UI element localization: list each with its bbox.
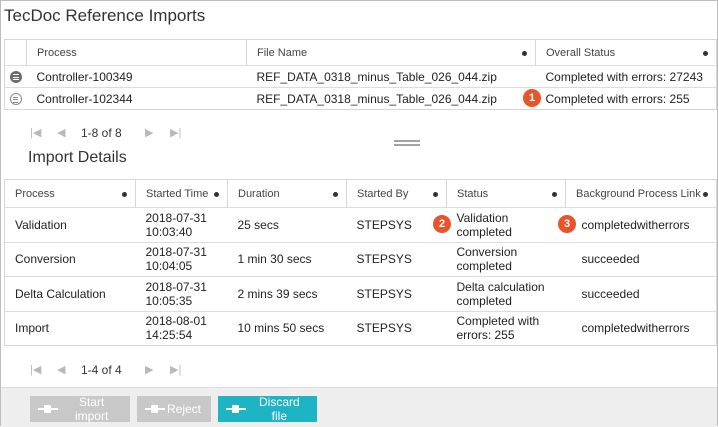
started-by-cell: STEPSYS: [356, 217, 412, 232]
started-time-cell: 2018-07-31 10:04:05: [145, 245, 207, 274]
next-page-icon[interactable]: ▶: [145, 126, 153, 139]
column-header-label: File Name: [257, 46, 308, 59]
row-icon-column-header: [4, 39, 27, 66]
column-menu-icon[interactable]: [522, 50, 527, 56]
table-row[interactable]: Conversion 2018-07-31 10:04:05 1 min 30 …: [4, 242, 717, 277]
table-row[interactable]: Controller-102344 REF_DATA_0318_minus_Ta…: [4, 87, 717, 110]
callout-badge-3: 3: [558, 215, 576, 233]
table-row[interactable]: Delta Calculation 2018-07-31 10:05:35 2 …: [4, 276, 717, 312]
background-process-link[interactable]: succeeded: [566, 277, 717, 312]
start-import-button[interactable]: Start import: [30, 395, 130, 423]
column-header-duration[interactable]: Duration: [227, 179, 347, 208]
table-row[interactable]: Controller-100349 REF_DATA_0318_minus_Ta…: [4, 65, 717, 88]
callout-badge-1: 1: [523, 89, 541, 107]
table-row[interactable]: Validation 2018-07-31 10:03:40 25 secs S…: [4, 207, 717, 243]
status-cell: Conversion completed: [456, 245, 518, 274]
background-process-link[interactable]: completedwitherrors: [566, 311, 717, 346]
details-pager: |◀ ◀ 1-4 of 4 ▶ ▶|: [30, 361, 210, 381]
status-cell: Delta calculation completed: [456, 279, 545, 308]
background-process-link[interactable]: completedwitherrors: [566, 208, 717, 243]
import-details-table: Process Started Time Duration Started By…: [4, 179, 717, 346]
page-title: TecDoc Reference Imports: [4, 6, 206, 25]
last-page-icon[interactable]: ▶|: [170, 126, 181, 139]
started-time-cell: 2018-07-31 10:03:40: [145, 210, 207, 239]
status-cell: Validation completed: [456, 210, 512, 239]
prev-page-icon[interactable]: ◀: [57, 363, 65, 376]
started-time-cell: 2018-08-01 14:25:54: [145, 314, 207, 343]
next-page-icon[interactable]: ▶: [145, 363, 153, 376]
file-name-cell: REF_DATA_0318_minus_Table_026_044.zip: [247, 88, 536, 110]
status-cell: Completed with errors: 255: [456, 314, 540, 343]
collapsed-row-icon[interactable]: [9, 71, 22, 84]
pager-range: 1-4 of 4: [81, 363, 122, 377]
process-cell: Conversion: [15, 252, 76, 267]
started-by-cell: STEPSYS: [356, 321, 412, 336]
column-menu-icon[interactable]: [433, 191, 438, 197]
callout-badge-2: 2: [433, 215, 451, 233]
process-cell: Delta Calculation: [15, 286, 106, 301]
action-bar: Start import Reject Discard file: [1, 387, 717, 427]
details-header-row: Process Started Time Duration Started By…: [4, 179, 717, 208]
column-menu-icon[interactable]: [703, 191, 708, 197]
started-by-cell: STEPSYS: [356, 252, 412, 267]
file-name-text: REF_DATA_0318_minus_Table_026_044.zip: [256, 91, 497, 106]
column-header-label: Started By: [357, 187, 409, 200]
column-menu-icon[interactable]: [122, 191, 127, 197]
first-page-icon[interactable]: |◀: [30, 363, 41, 376]
first-page-icon[interactable]: |◀: [30, 126, 41, 139]
column-menu-icon[interactable]: [703, 50, 708, 56]
process-cell: Controller-102344: [36, 91, 133, 106]
started-time-cell: 2018-07-31 10:05:35: [145, 279, 207, 308]
process-cell: Controller-100349: [36, 69, 133, 84]
panel-resize-handle[interactable]: [394, 140, 420, 146]
started-by-cell: STEPSYS: [356, 286, 412, 301]
selected-row-icon[interactable]: [9, 93, 22, 106]
column-header-background-process-link[interactable]: Background Process Link: [565, 179, 717, 208]
column-menu-icon[interactable]: [214, 191, 219, 197]
button-label: Reject: [166, 402, 201, 416]
reject-button[interactable]: Reject: [137, 396, 211, 422]
column-header-label: Background Process Link: [576, 187, 701, 200]
plug-icon: [226, 404, 246, 414]
background-process-link[interactable]: succeeded: [566, 242, 717, 277]
column-header-label: Process: [15, 187, 55, 200]
column-header-label: Status: [457, 187, 489, 200]
button-label: Start import: [74, 395, 109, 423]
pager-range: 1-8 of 8: [81, 126, 122, 140]
button-label: Discard file: [258, 395, 300, 423]
column-header-file-name[interactable]: File Name: [246, 39, 536, 66]
column-header-label: Duration: [238, 187, 280, 200]
column-menu-icon[interactable]: [552, 191, 557, 197]
column-header-process[interactable]: Process: [26, 39, 247, 66]
process-cell: Import: [15, 321, 50, 336]
table-row[interactable]: Import 2018-08-01 14:25:54 10 mins 50 se…: [4, 311, 717, 346]
column-header-started-by[interactable]: Started By: [346, 179, 447, 208]
last-page-icon[interactable]: ▶|: [170, 363, 181, 376]
overall-status-cell: Completed with errors: 27243: [545, 69, 703, 84]
column-header-started-time[interactable]: Started Time: [135, 179, 228, 208]
prev-page-icon[interactable]: ◀: [57, 126, 65, 139]
column-header-status[interactable]: Status: [446, 179, 566, 208]
imports-header-row: Process File Name Overall Status: [4, 39, 717, 66]
discard-file-button[interactable]: Discard file: [218, 395, 317, 423]
file-name-cell: REF_DATA_0318_minus_Table_026_044.zip: [256, 69, 497, 84]
import-details-title: Import Details: [28, 149, 127, 166]
duration-cell: 2 mins 39 secs: [237, 286, 318, 301]
imports-pager: |◀ ◀ 1-8 of 8 ▶ ▶|: [30, 124, 210, 144]
imports-table: Process File Name Overall Status Control…: [4, 39, 717, 110]
duration-cell: 1 min 30 secs: [237, 252, 312, 267]
column-header-label: Started Time: [146, 187, 209, 200]
duration-cell: 10 mins 50 secs: [237, 321, 325, 336]
duration-cell: 25 secs: [237, 217, 279, 232]
overall-status-cell: Completed with errors: 255: [545, 91, 690, 106]
column-header-label: Overall Status: [546, 46, 616, 59]
plug-icon: [38, 404, 59, 414]
process-cell: Validation: [15, 217, 67, 232]
column-menu-icon[interactable]: [333, 191, 338, 197]
plug-icon: [145, 404, 165, 414]
column-header-overall-status[interactable]: Overall Status: [535, 39, 717, 66]
column-header-process[interactable]: Process: [4, 179, 136, 208]
